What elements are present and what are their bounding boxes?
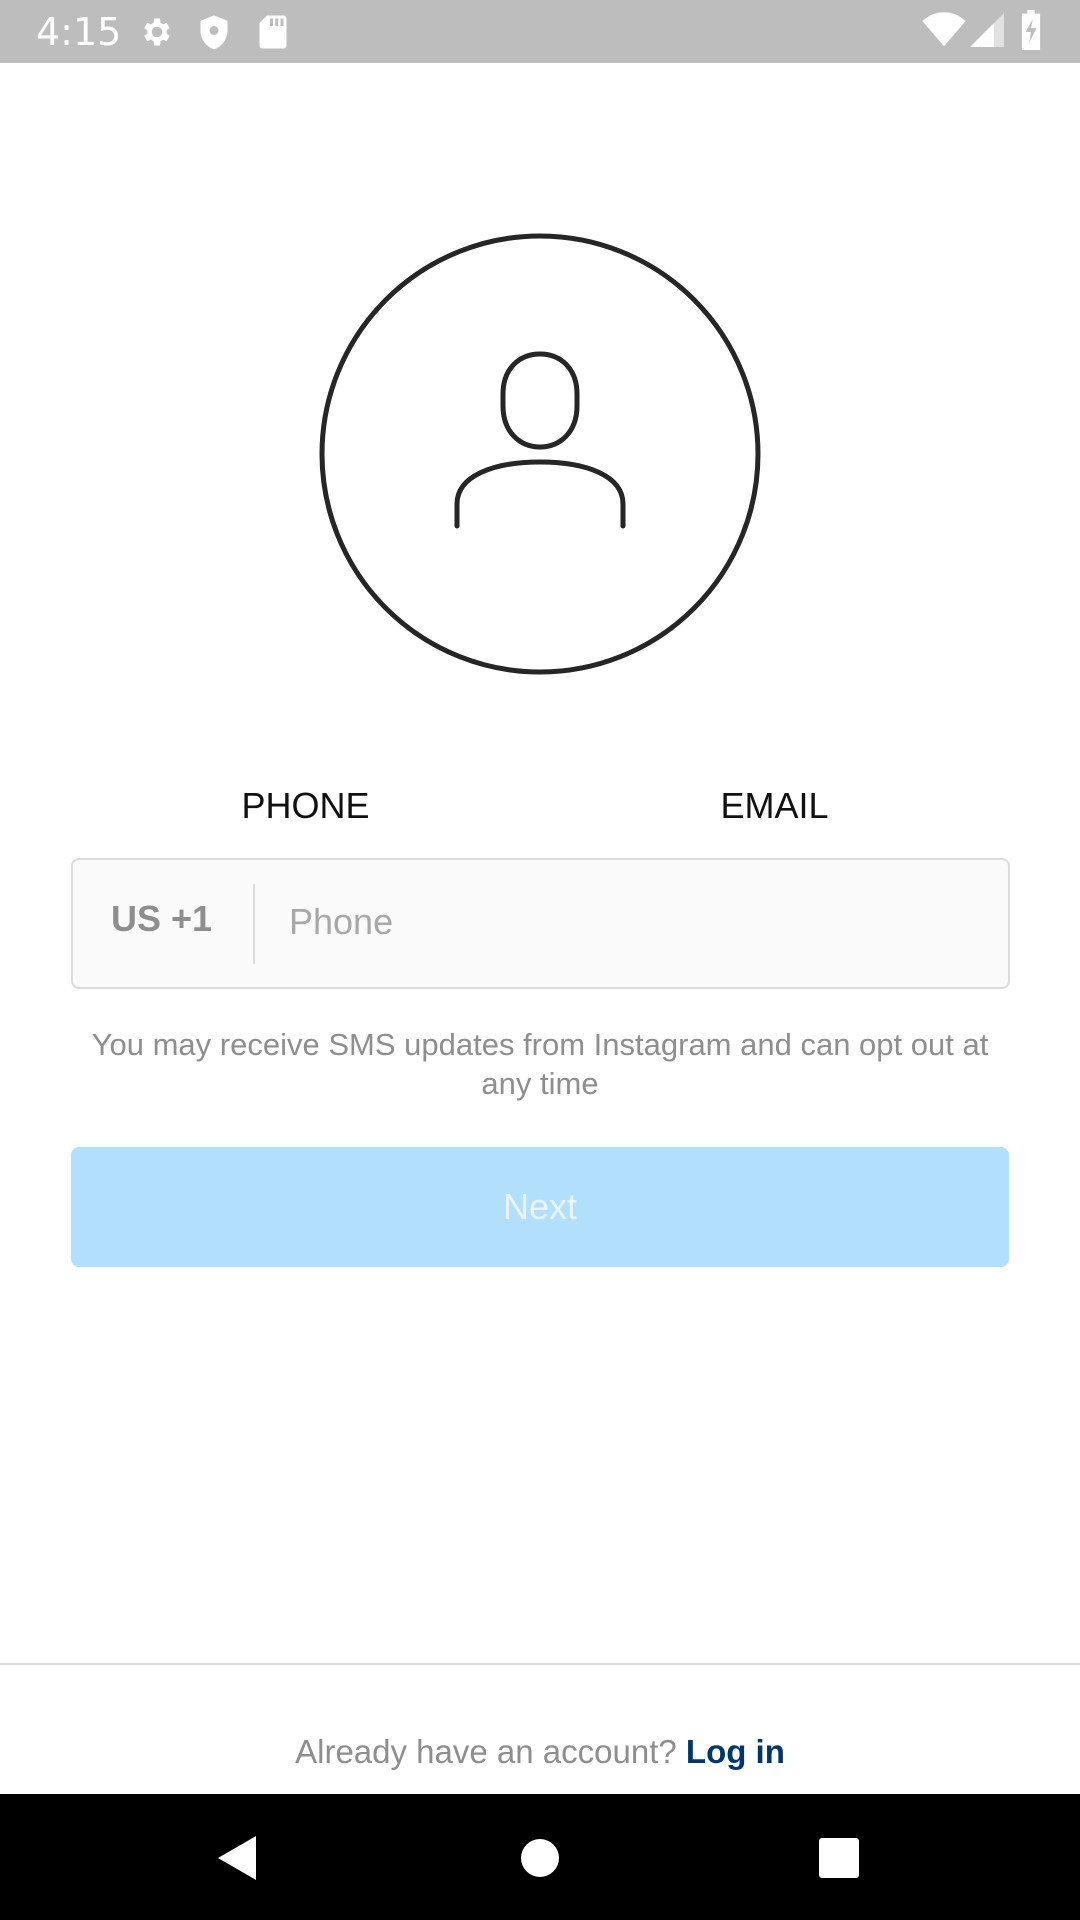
tab-phone[interactable]: PHONE [71, 723, 540, 873]
sd-card-icon [258, 14, 288, 55]
wifi-icon [922, 12, 966, 53]
signup-screen: PHONE EMAIL US +1 You may receive SMS up… [0, 63, 1080, 1793]
home-icon[interactable] [520, 1834, 560, 1887]
field-divider [253, 884, 255, 964]
back-icon[interactable] [216, 1834, 260, 1887]
status-bar: 4:15 [0, 0, 1080, 63]
sms-disclaimer: You may receive SMS updates from Instagr… [91, 1027, 989, 1101]
avatar [318, 232, 762, 676]
footer-divider [0, 1663, 1080, 1665]
signup-method-tabs: PHONE EMAIL [71, 723, 1009, 873]
phone-input[interactable] [271, 870, 989, 974]
phone-field: US +1 [71, 858, 1010, 989]
person-icon [319, 233, 761, 675]
recents-icon[interactable] [818, 1834, 860, 1887]
next-button[interactable]: Next [71, 1147, 1009, 1267]
status-time: 4:15 [36, 10, 122, 54]
tab-phone-label: PHONE [241, 785, 370, 826]
country-code-selector[interactable]: US +1 [111, 898, 212, 940]
shield-icon [198, 14, 230, 55]
battery-charging-icon [1020, 10, 1042, 55]
login-prompt: Already have an account? [295, 1733, 677, 1770]
login-footer: Already have an account? Log in [0, 1733, 1080, 1771]
gear-icon [139, 14, 175, 55]
navigation-bar [0, 1794, 1080, 1920]
tab-email-label: EMAIL [720, 785, 829, 826]
login-link[interactable]: Log in [686, 1733, 785, 1770]
signal-icon [970, 12, 1004, 53]
tab-email[interactable]: EMAIL [540, 723, 1009, 873]
